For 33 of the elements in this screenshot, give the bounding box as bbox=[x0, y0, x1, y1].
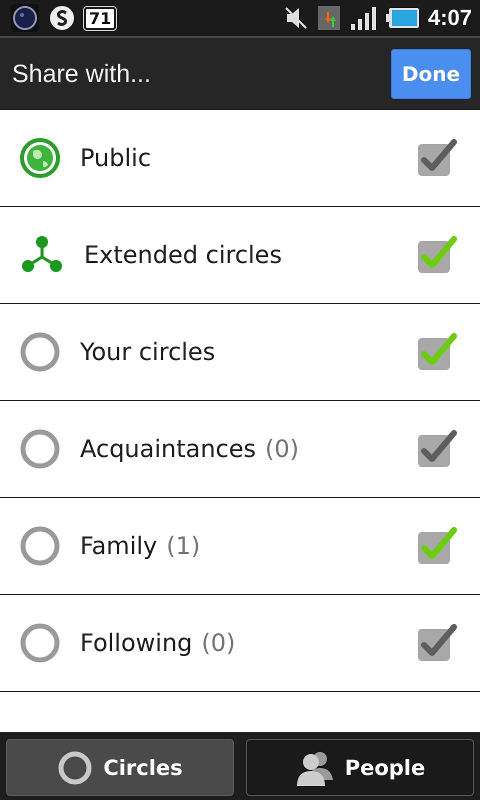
checkbox[interactable] bbox=[416, 526, 458, 566]
circle-row[interactable]: Extended circles bbox=[0, 207, 480, 304]
data-transfer-icon bbox=[316, 4, 342, 32]
member-count: (1) bbox=[166, 532, 200, 560]
member-count: (0) bbox=[265, 435, 300, 463]
tab[interactable]: People bbox=[246, 739, 474, 796]
globe-icon bbox=[20, 138, 60, 178]
circle-row[interactable]: Your circles bbox=[0, 304, 480, 401]
circle-name: Extended circles bbox=[84, 241, 282, 269]
circle-name: Following bbox=[80, 629, 192, 657]
circle-icon bbox=[20, 332, 60, 372]
extended-circles-icon bbox=[20, 235, 64, 275]
checkbox[interactable] bbox=[416, 235, 458, 275]
circle-name: Your circles bbox=[80, 338, 216, 366]
circle-icon bbox=[20, 429, 60, 469]
people-icon bbox=[294, 750, 335, 786]
checkbox[interactable] bbox=[416, 332, 458, 372]
circle-name: Family bbox=[80, 532, 158, 560]
circle-icon bbox=[20, 623, 60, 663]
mute-icon bbox=[284, 6, 308, 30]
circle-name: Public bbox=[80, 144, 152, 172]
member-count: (0) bbox=[201, 629, 236, 657]
clock-time: 4:07 bbox=[428, 5, 472, 31]
circle-icon bbox=[57, 750, 94, 786]
circle-name: Acquaintances bbox=[80, 435, 256, 463]
camera-icon bbox=[10, 3, 40, 33]
notification-badge: 71 bbox=[84, 6, 116, 30]
circle-icon bbox=[20, 526, 60, 566]
tab[interactable]: Circles bbox=[6, 739, 234, 796]
signal-icon bbox=[350, 6, 378, 30]
screen-title: Share with... bbox=[12, 60, 151, 88]
circle-row[interactable]: Family (1) bbox=[0, 498, 480, 595]
battery-icon bbox=[386, 7, 420, 29]
